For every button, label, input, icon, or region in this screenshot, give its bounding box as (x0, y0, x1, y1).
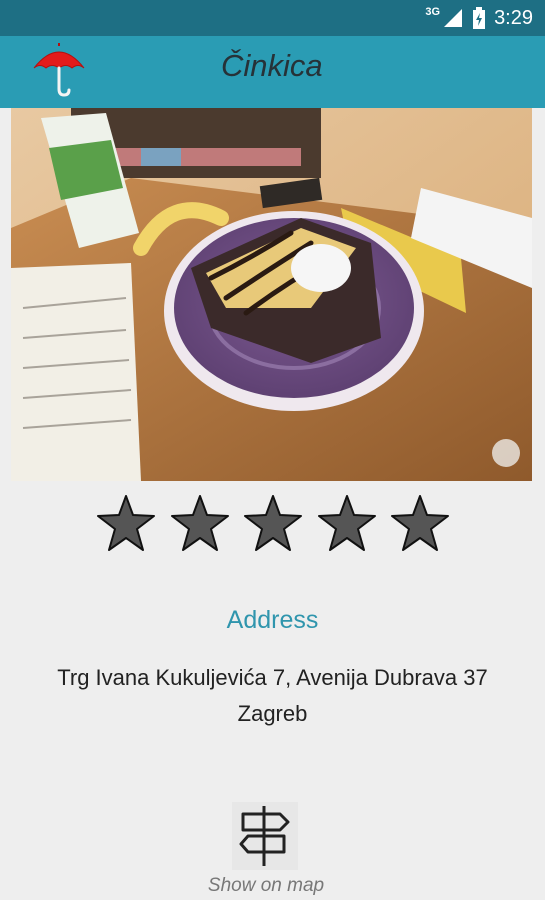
star-icon (170, 495, 229, 551)
address-line-street: Trg Ivana Kukuljevića 7, Avenija Dubrava… (57, 665, 488, 690)
battery-icon (473, 7, 486, 29)
signpost-icon (239, 806, 290, 866)
show-on-map-label[interactable]: Show on map (0, 875, 532, 897)
network-type: 3G (425, 6, 441, 18)
place-photo (11, 108, 532, 481)
star-icon (244, 495, 302, 551)
address-label: Address (226, 606, 319, 634)
app-bar: Činkica (0, 36, 545, 108)
address-text: Trg Ivana Kukuljevića 7, Avenija Dubrava… (15, 660, 530, 732)
star-icon (97, 495, 155, 551)
rating-stars (96, 494, 450, 552)
show-on-map-button[interactable] (232, 802, 298, 870)
signal-icon (444, 9, 463, 27)
address-line-city: Zagreb (237, 701, 308, 726)
star-icon (391, 495, 449, 551)
status-time: 3:29 (494, 6, 533, 29)
page-title: Činkica (221, 48, 323, 83)
star-icon (317, 495, 376, 551)
umbrella-icon[interactable] (30, 42, 88, 100)
status-bar: 3G 3:29 (0, 0, 545, 36)
